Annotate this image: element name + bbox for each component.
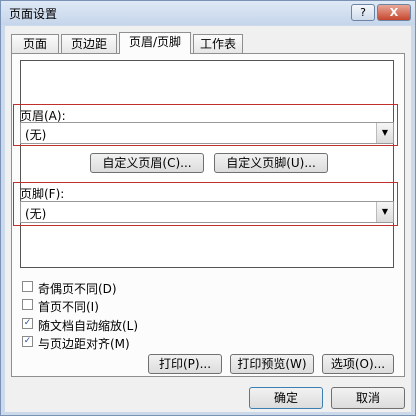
footer-label: 页脚(F):	[20, 187, 65, 201]
close-button[interactable]: X	[377, 4, 411, 21]
checkbox-box[interactable]: ✓	[22, 336, 33, 347]
footer-select[interactable]: (无) ▼	[20, 201, 394, 223]
custom-footer-button[interactable]: 自定义页脚(U)...	[214, 153, 328, 173]
odd-even-label: 奇偶页不同(D)	[38, 282, 117, 296]
print-button[interactable]: 打印(P)...	[148, 354, 222, 374]
preview-area	[20, 60, 394, 268]
chevron-down-icon[interactable]: ▼	[376, 202, 393, 222]
header-value: (无)	[25, 128, 47, 142]
tab-page[interactable]: 页面	[11, 34, 59, 53]
chevron-down-icon[interactable]: ▼	[376, 123, 393, 143]
dialog-client: 页面 页边距 页眉/页脚 工作表 页眉(A): (无) ▼ 自定义页眉(C)..…	[5, 26, 411, 412]
align-margins-label: 与页边距对齐(M)	[38, 337, 130, 351]
options-button[interactable]: 选项(O)...	[322, 354, 394, 374]
cancel-button[interactable]: 取消	[331, 387, 405, 409]
header-footer-panel: 页眉(A): (无) ▼ 自定义页眉(C)... 自定义页脚(U)... 页脚(…	[11, 53, 405, 377]
first-page-label: 首页不同(I)	[38, 300, 99, 314]
checkbox-box[interactable]: ✓	[22, 318, 33, 329]
title-bar: 页面设置 ? X	[1, 1, 415, 25]
scale-with-document-label: 随文档自动缩放(L)	[38, 319, 139, 333]
ok-button[interactable]: 确定	[249, 387, 323, 409]
footer-value: (无)	[25, 207, 47, 221]
tab-margins[interactable]: 页边距	[61, 34, 117, 53]
print-preview-button[interactable]: 打印预览(W)	[230, 354, 314, 374]
tab-header-footer[interactable]: 页眉/页脚	[119, 32, 191, 54]
page-setup-dialog: 页面设置 ? X 页面 页边距 页眉/页脚 工作表 页眉(A): (无) ▼ 自…	[0, 0, 416, 416]
header-select[interactable]: (无) ▼	[20, 122, 394, 144]
dialog-title: 页面设置	[9, 7, 58, 21]
help-button[interactable]: ?	[351, 4, 375, 21]
checkbox-box[interactable]	[22, 281, 33, 292]
tab-sheet[interactable]: 工作表	[193, 34, 243, 53]
custom-header-button[interactable]: 自定义页眉(C)...	[90, 153, 204, 173]
checkbox-box[interactable]	[22, 299, 33, 310]
